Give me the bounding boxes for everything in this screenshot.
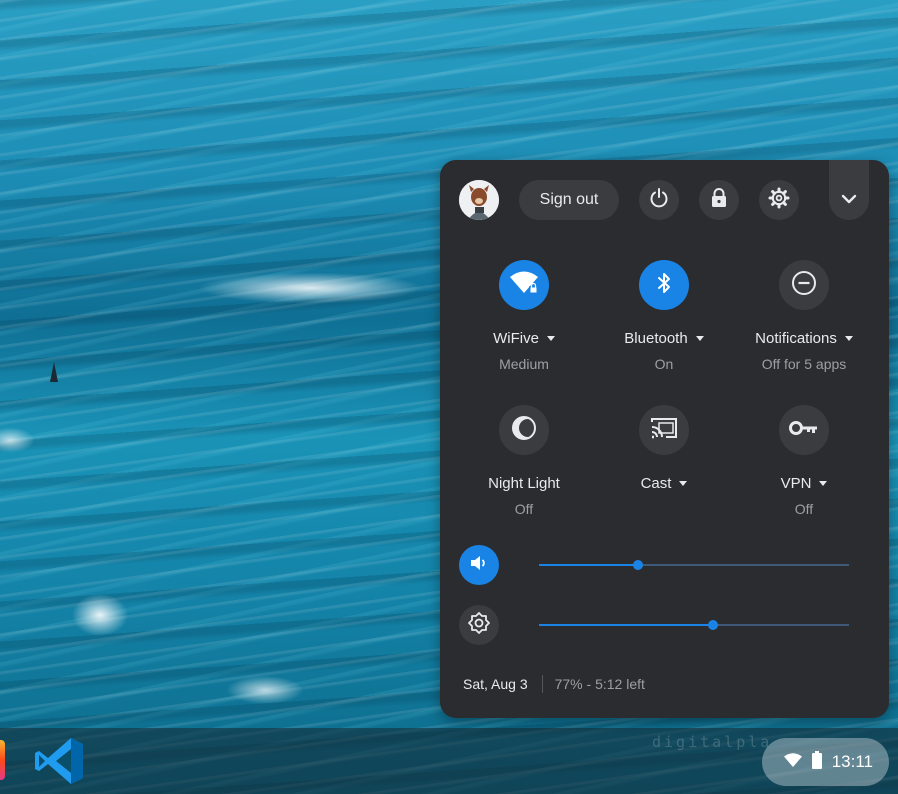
notifications-label: Notifications [755, 330, 837, 347]
avatar[interactable] [459, 180, 499, 220]
night-light-label: Night Light [488, 475, 560, 492]
vpn-label-row[interactable]: VPN [729, 475, 879, 492]
wifi-lock-icon [509, 270, 539, 301]
bluetooth-toggle[interactable] [639, 260, 689, 310]
notifications-status: Off for 5 apps [761, 356, 847, 372]
vscode-icon[interactable] [32, 735, 86, 787]
tile-vpn[interactable]: VPN Off [729, 405, 879, 525]
tile-wifi[interactable]: WiFive Medium [449, 260, 599, 380]
bluetooth-label: Bluetooth [624, 330, 688, 347]
footer-divider [541, 675, 543, 693]
tile-cast[interactable]: Cast [589, 405, 739, 525]
brightness-slider[interactable] [539, 620, 849, 630]
caret-down-icon [546, 336, 555, 341]
shelf-app-partial[interactable] [0, 740, 5, 780]
notifications-toggle[interactable] [779, 260, 829, 310]
tile-bluetooth[interactable]: Bluetooth On [589, 260, 739, 380]
volume-icon [470, 555, 488, 576]
cast-label: Cast [640, 475, 672, 492]
brightness-icon [468, 611, 490, 639]
bluetooth-icon [656, 271, 672, 300]
wifi-toggle[interactable] [499, 260, 549, 310]
vpn-label: VPN [780, 475, 812, 492]
vpn-status: Off [794, 501, 814, 517]
volume-slider-fill [539, 564, 639, 566]
clock-time: 13:11 [831, 752, 873, 771]
caret-down-icon [844, 336, 853, 341]
collapse-button[interactable] [829, 160, 869, 220]
wifi-label: WiFive [493, 330, 539, 347]
power-icon [648, 187, 670, 214]
panel-footer: Sat, Aug 3 77% - 5:12 left [463, 674, 645, 694]
volume-slider-row [459, 545, 869, 585]
power-button[interactable] [639, 180, 679, 220]
brightness-slider-fill [539, 624, 713, 626]
notifications-label-row[interactable]: Notifications [729, 330, 879, 347]
brightness-slider-thumb[interactable] [707, 620, 718, 630]
status-area[interactable]: 13:11 [762, 738, 889, 786]
cast-label-row[interactable]: Cast [589, 475, 739, 492]
night-light-label-row: Night Light [449, 475, 599, 492]
caret-down-icon [695, 336, 704, 341]
whale-fin [50, 362, 58, 382]
quick-settings-panel: Sign out WiFive Medium Bluetooth On Noti… [440, 160, 889, 718]
date-label[interactable]: Sat, Aug 3 [463, 676, 528, 692]
tile-notifications[interactable]: Notifications Off for 5 apps [729, 260, 879, 380]
battery-status[interactable]: 77% - 5:12 left [555, 676, 645, 692]
gear-icon [768, 187, 790, 214]
volume-slider[interactable] [539, 560, 849, 570]
wifi-status: Medium [499, 356, 549, 372]
do-not-disturb-icon [791, 270, 817, 301]
lock-icon [710, 187, 728, 214]
bluetooth-status: On [654, 356, 674, 372]
night-light-icon [511, 415, 537, 446]
settings-button[interactable] [759, 180, 799, 220]
lock-button[interactable] [699, 180, 739, 220]
volume-slider-thumb[interactable] [633, 560, 644, 570]
tile-night-light[interactable]: Night Light Off [449, 405, 599, 525]
cast-toggle[interactable] [639, 405, 689, 455]
wifi-icon [783, 752, 802, 772]
caret-down-icon [819, 481, 828, 486]
vpn-key-icon [789, 420, 819, 441]
sign-out-button[interactable]: Sign out [519, 180, 619, 220]
vpn-toggle[interactable] [779, 405, 829, 455]
cast-icon [650, 416, 678, 445]
night-light-toggle[interactable] [499, 405, 549, 455]
night-light-status: Off [514, 501, 534, 517]
caret-down-icon [679, 481, 688, 486]
watermark-text: digitalpla [652, 733, 773, 751]
mute-toggle-button[interactable] [459, 545, 499, 585]
brightness-button[interactable] [459, 605, 499, 645]
brightness-slider-row [459, 605, 869, 645]
battery-icon [811, 750, 822, 774]
bluetooth-label-row[interactable]: Bluetooth [589, 330, 739, 347]
wifi-label-row[interactable]: WiFive [449, 330, 599, 347]
chevron-down-icon [840, 192, 858, 210]
